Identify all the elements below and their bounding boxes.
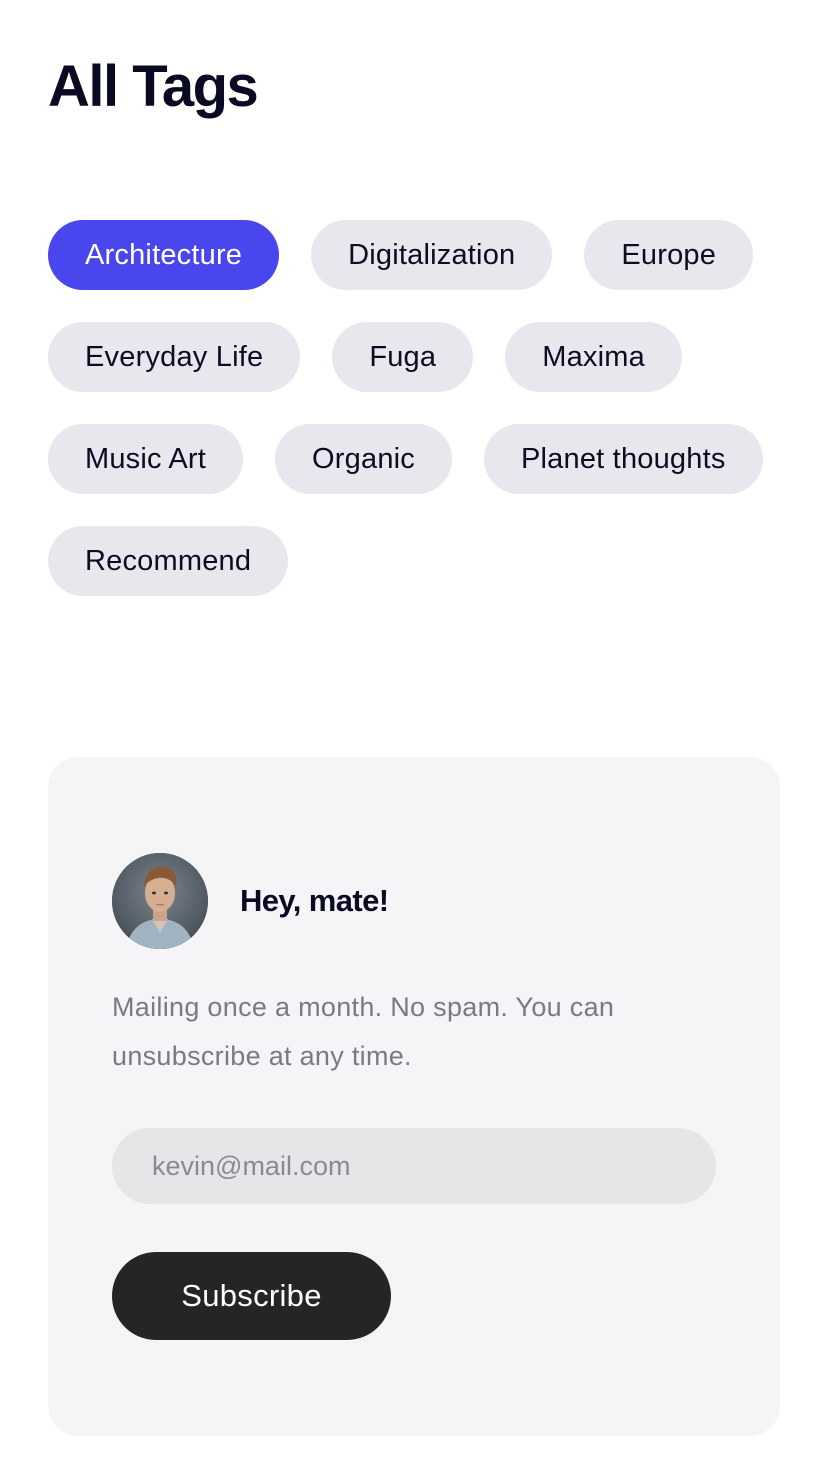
tag-music-art[interactable]: Music Art (48, 424, 244, 494)
greeting-heading: Hey, mate! (240, 883, 389, 918)
avatar (112, 853, 208, 949)
tag-maxima[interactable]: Maxima (505, 322, 682, 392)
tag-fuga[interactable]: Fuga (332, 322, 474, 392)
tag-europe[interactable]: Europe (584, 220, 754, 290)
newsletter-description: Mailing once a month. No spam. You can u… (112, 992, 615, 1071)
subscribe-button[interactable]: Subscribe (112, 1252, 391, 1340)
tag-digitalization[interactable]: Digitalization (311, 220, 553, 290)
email-input[interactable] (112, 1128, 716, 1204)
tag-recommend[interactable]: Recommend (48, 526, 289, 596)
tag-cloud: Architecture Digitalization Europe Every… (48, 220, 780, 596)
newsletter-card: Hey, mate! Mailing once a month. No spam… (48, 757, 780, 1436)
tag-architecture[interactable]: Architecture (48, 220, 280, 290)
page-title: All Tags (48, 54, 259, 119)
page: All Tags Architecture Digitalization Eur… (0, 0, 828, 1472)
tag-everyday-life[interactable]: Everyday Life (48, 322, 301, 392)
author-row: Hey, mate! (112, 853, 389, 949)
tag-planet-thoughts[interactable]: Planet thoughts (484, 424, 763, 494)
tag-organic[interactable]: Organic (275, 424, 452, 494)
person-portrait-icon (112, 853, 208, 949)
